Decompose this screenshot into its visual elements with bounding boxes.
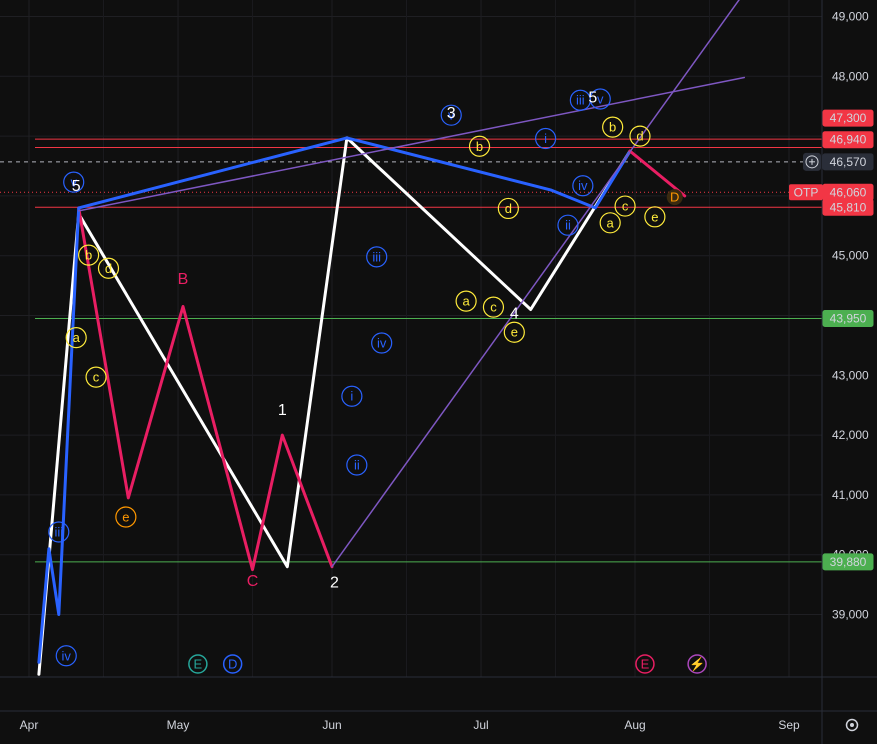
subwave-label: v	[597, 92, 604, 107]
subwave-label: iii	[372, 249, 381, 264]
event-icon-label: E	[641, 657, 650, 672]
price-label: 43,950	[822, 309, 874, 327]
price-label: 46,940	[822, 131, 874, 149]
price-label: 39,880	[822, 553, 874, 571]
add-alert-button[interactable]	[803, 152, 821, 171]
price-label-text: 46,570	[830, 155, 867, 169]
subwave-label: e	[651, 209, 658, 224]
subwave-label: c	[93, 370, 100, 385]
price-label-text: 46,940	[830, 133, 867, 147]
gear-hub	[850, 723, 854, 727]
subwave-label: b	[476, 139, 483, 154]
price-label: 46,570	[822, 153, 874, 171]
event-icon-label: D	[228, 657, 237, 672]
subwave-label: iv	[62, 648, 72, 663]
x-tick-label: Aug	[624, 718, 645, 732]
event-icon-label: ⚡	[689, 657, 705, 673]
price-label-text: 47,300	[830, 111, 867, 125]
last-price-marker-label: D	[670, 190, 679, 205]
wave-label: 5	[72, 178, 81, 195]
subwave-label: c	[622, 199, 629, 214]
x-tick-label: Jun	[322, 718, 341, 732]
subwave-label: iii	[54, 524, 63, 539]
price-label: 46,060	[822, 183, 874, 201]
wave-label: C	[247, 573, 259, 590]
subwave-label: a	[73, 330, 81, 345]
subwave-label: ii	[354, 458, 360, 473]
price-label-text: 39,880	[830, 555, 867, 569]
subwave-label: iv	[578, 178, 588, 193]
chart-grid	[0, 0, 877, 744]
wave-label: 3	[447, 105, 456, 122]
subwave-label: e	[511, 325, 518, 340]
subwave-label: d	[636, 129, 643, 144]
wave-label: 5	[588, 90, 597, 107]
subwave-label: iv	[377, 336, 387, 351]
subwave-label: iii	[576, 93, 585, 108]
y-tick-label: 39,000	[832, 608, 869, 622]
event-icon-label: E	[194, 657, 203, 672]
subwave-label: b	[609, 120, 616, 135]
x-tick-label: Apr	[20, 718, 39, 732]
subwave-label: d	[105, 261, 112, 276]
price-label-text: 43,950	[830, 311, 867, 325]
y-tick-label: 48,000	[832, 69, 869, 83]
subwave-label: b	[85, 248, 92, 263]
y-tick-label: 49,000	[832, 10, 869, 24]
subwave-label: c	[490, 300, 497, 315]
x-tick-label: Jul	[473, 718, 488, 732]
y-tick-label: 42,000	[832, 428, 869, 442]
wave-label: 4	[510, 305, 519, 322]
subwave-label: ii	[565, 218, 571, 233]
price-label: 45,810	[822, 198, 874, 216]
subwave-label: e	[122, 510, 129, 525]
price-label-text: 45,810	[830, 200, 867, 214]
x-tick-label: May	[167, 718, 190, 732]
price-chart[interactable]: abdcebadcebdca eiviiiviiiiviiiviiiiiiivv …	[0, 0, 877, 744]
wave-label: 2	[330, 575, 339, 592]
y-tick-label: 45,000	[832, 249, 869, 263]
y-tick-label: 41,000	[832, 488, 869, 502]
chart-background	[0, 0, 877, 744]
price-label-text: 46,060	[830, 185, 867, 199]
subwave-label: i	[350, 389, 353, 404]
x-tick-label: Sep	[778, 718, 800, 732]
y-tick-label: 43,000	[832, 368, 869, 382]
symbol-tag: OTP	[794, 185, 819, 199]
subwave-label: a	[463, 294, 471, 309]
price-label: 47,300	[822, 109, 874, 127]
subwave-label: i	[544, 131, 547, 146]
wave-label: B	[178, 271, 189, 288]
wave-label: 1	[278, 402, 287, 419]
subwave-label: a	[607, 215, 615, 230]
subwave-label: d	[505, 201, 512, 216]
